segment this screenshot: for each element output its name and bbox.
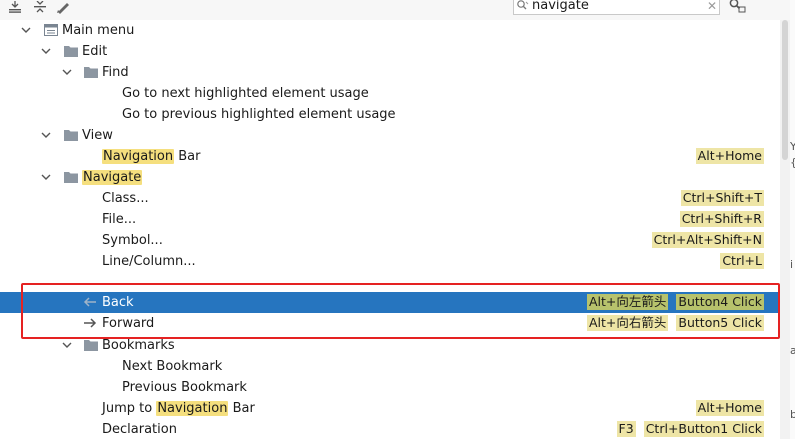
- edit-shortcut-icon[interactable]: [54, 0, 72, 14]
- edge-glyph: a: [790, 344, 795, 357]
- main-menu-icon: [44, 24, 58, 36]
- search-input[interactable]: navigate: [532, 0, 705, 13]
- tree-action-forward[interactable]: Forward Alt+向右箭头 Button5 Click: [0, 313, 780, 334]
- chevron-down-icon[interactable]: [20, 25, 32, 35]
- search-match-highlight: Navigation: [102, 149, 175, 164]
- tree-action-class[interactable]: Class... Ctrl+Shift+T: [0, 188, 780, 209]
- shortcut-badge: Ctrl+Shift+R: [679, 211, 764, 227]
- collapse-all-icon[interactable]: [31, 0, 49, 14]
- folder-icon: [84, 67, 98, 78]
- tree-label: Go to next highlighted element usage: [122, 86, 369, 101]
- tree-label: Navigation Bar: [102, 148, 201, 165]
- shortcut-badge: Alt+向右箭头: [587, 315, 669, 331]
- tree-label: Main menu: [62, 23, 135, 38]
- edge-glyph: {: [790, 156, 795, 169]
- tree-label: Declaration: [102, 422, 177, 437]
- shortcut-badge: Ctrl+L: [720, 253, 764, 269]
- chevron-down-icon[interactable]: [61, 340, 73, 350]
- clear-icon[interactable]: ✕: [705, 0, 719, 13]
- tree-action-prev-bookmark[interactable]: Previous Bookmark: [0, 377, 780, 398]
- chevron-down-icon[interactable]: [40, 130, 52, 140]
- shortcut-badge: F3: [616, 421, 636, 437]
- tree-label: Symbol...: [102, 233, 163, 248]
- shortcut-badge: Ctrl+Shift+T: [680, 190, 764, 206]
- tree-action-symbol[interactable]: Symbol... Ctrl+Alt+Shift+N: [0, 230, 780, 251]
- shortcut-badge: Button5 Click: [676, 315, 764, 331]
- tree-action-file[interactable]: File... Ctrl+Shift+R: [0, 209, 780, 230]
- shortcut-badge: Ctrl+Alt+Shift+N: [651, 232, 764, 248]
- tree-action-back[interactable]: Back Alt+向左箭头 Button4 Click: [0, 292, 780, 313]
- tree-action-next-highlight[interactable]: Go to next highlighted element usage: [0, 83, 780, 104]
- shortcut-badge: Alt+Home: [695, 400, 764, 416]
- edge-glyph: i: [790, 258, 794, 271]
- tree-label: View: [82, 128, 113, 143]
- tree-label: Next Bookmark: [122, 359, 223, 374]
- chevron-down-icon[interactable]: [40, 46, 52, 56]
- arrow-right-icon: [84, 318, 97, 328]
- tree-label: Find: [102, 65, 129, 80]
- tree-label: Jump to Navigation Bar: [102, 400, 255, 417]
- shortcut-badge: Alt+向左箭头: [587, 294, 669, 310]
- tree-label: Previous Bookmark: [122, 380, 247, 395]
- tree-node-view[interactable]: View: [0, 125, 780, 146]
- edge-glyph: Y: [790, 140, 795, 153]
- tree-action-line-column[interactable]: Line/Column... Ctrl+L: [0, 251, 780, 272]
- vertical-scrollbar[interactable]: [780, 20, 790, 439]
- tree-label: Class...: [102, 191, 149, 206]
- chevron-down-icon[interactable]: [40, 172, 52, 182]
- tree-action-prev-highlight[interactable]: Go to previous highlighted element usage: [0, 104, 780, 125]
- arrow-left-icon: [83, 297, 96, 307]
- tree-label: Back: [102, 295, 134, 310]
- tree-action-jump-to-navigation-bar[interactable]: Jump to Navigation Bar Alt+Home: [0, 398, 780, 419]
- search-match-highlight: Navigation: [156, 401, 229, 416]
- search-match-highlight: Navigate: [82, 170, 143, 185]
- tree-label-rest: Bar: [228, 401, 255, 416]
- tree-label-rest: Bar: [174, 149, 201, 164]
- folder-icon: [84, 340, 98, 351]
- tree-label: Edit: [82, 44, 108, 59]
- folder-icon: [64, 46, 78, 57]
- tree-action-next-bookmark[interactable]: Next Bookmark: [0, 356, 780, 377]
- search-icon: [514, 0, 532, 12]
- tree-node-edit[interactable]: Edit: [0, 41, 780, 62]
- tree-label: Navigate: [82, 169, 143, 186]
- shortcut-badge: Button4 Click: [676, 294, 764, 310]
- search-field[interactable]: navigate ✕: [513, 0, 720, 15]
- keymap-tree: Main menu Edit Find Go to next highlight…: [0, 20, 780, 439]
- expand-all-icon[interactable]: [6, 0, 24, 14]
- tree-node-find[interactable]: Find: [0, 62, 780, 83]
- tree-label: Go to previous highlighted element usage: [122, 107, 396, 122]
- folder-icon: [64, 130, 78, 141]
- shortcut-badge: Alt+Home: [695, 148, 764, 164]
- edge-glyph: b: [790, 408, 795, 421]
- tree-label: File...: [102, 212, 137, 227]
- toolbar: navigate ✕: [0, 0, 795, 20]
- tree-label-pre: Jump to: [102, 401, 157, 416]
- chevron-down-icon[interactable]: [61, 67, 73, 77]
- scrollbar-thumb[interactable]: [782, 20, 788, 160]
- tree-action-navigation-bar[interactable]: Navigation Bar Alt+Home: [0, 146, 780, 167]
- tree-label: Bookmarks: [102, 338, 175, 353]
- tree-action-declaration[interactable]: Declaration F3 Ctrl+Button1 Click: [0, 419, 780, 439]
- tree-label: Line/Column...: [102, 254, 196, 269]
- tree-node-bookmarks[interactable]: Bookmarks: [0, 335, 780, 356]
- background-window-edge: [790, 0, 795, 439]
- shortcut-badge: Ctrl+Button1 Click: [643, 421, 764, 437]
- tree-node-navigate[interactable]: Navigate: [0, 167, 780, 188]
- tree-node-main-menu[interactable]: Main menu: [0, 20, 780, 41]
- tree-label: Forward: [102, 316, 155, 331]
- find-by-shortcut-icon[interactable]: [728, 0, 746, 14]
- folder-icon: [64, 172, 78, 183]
